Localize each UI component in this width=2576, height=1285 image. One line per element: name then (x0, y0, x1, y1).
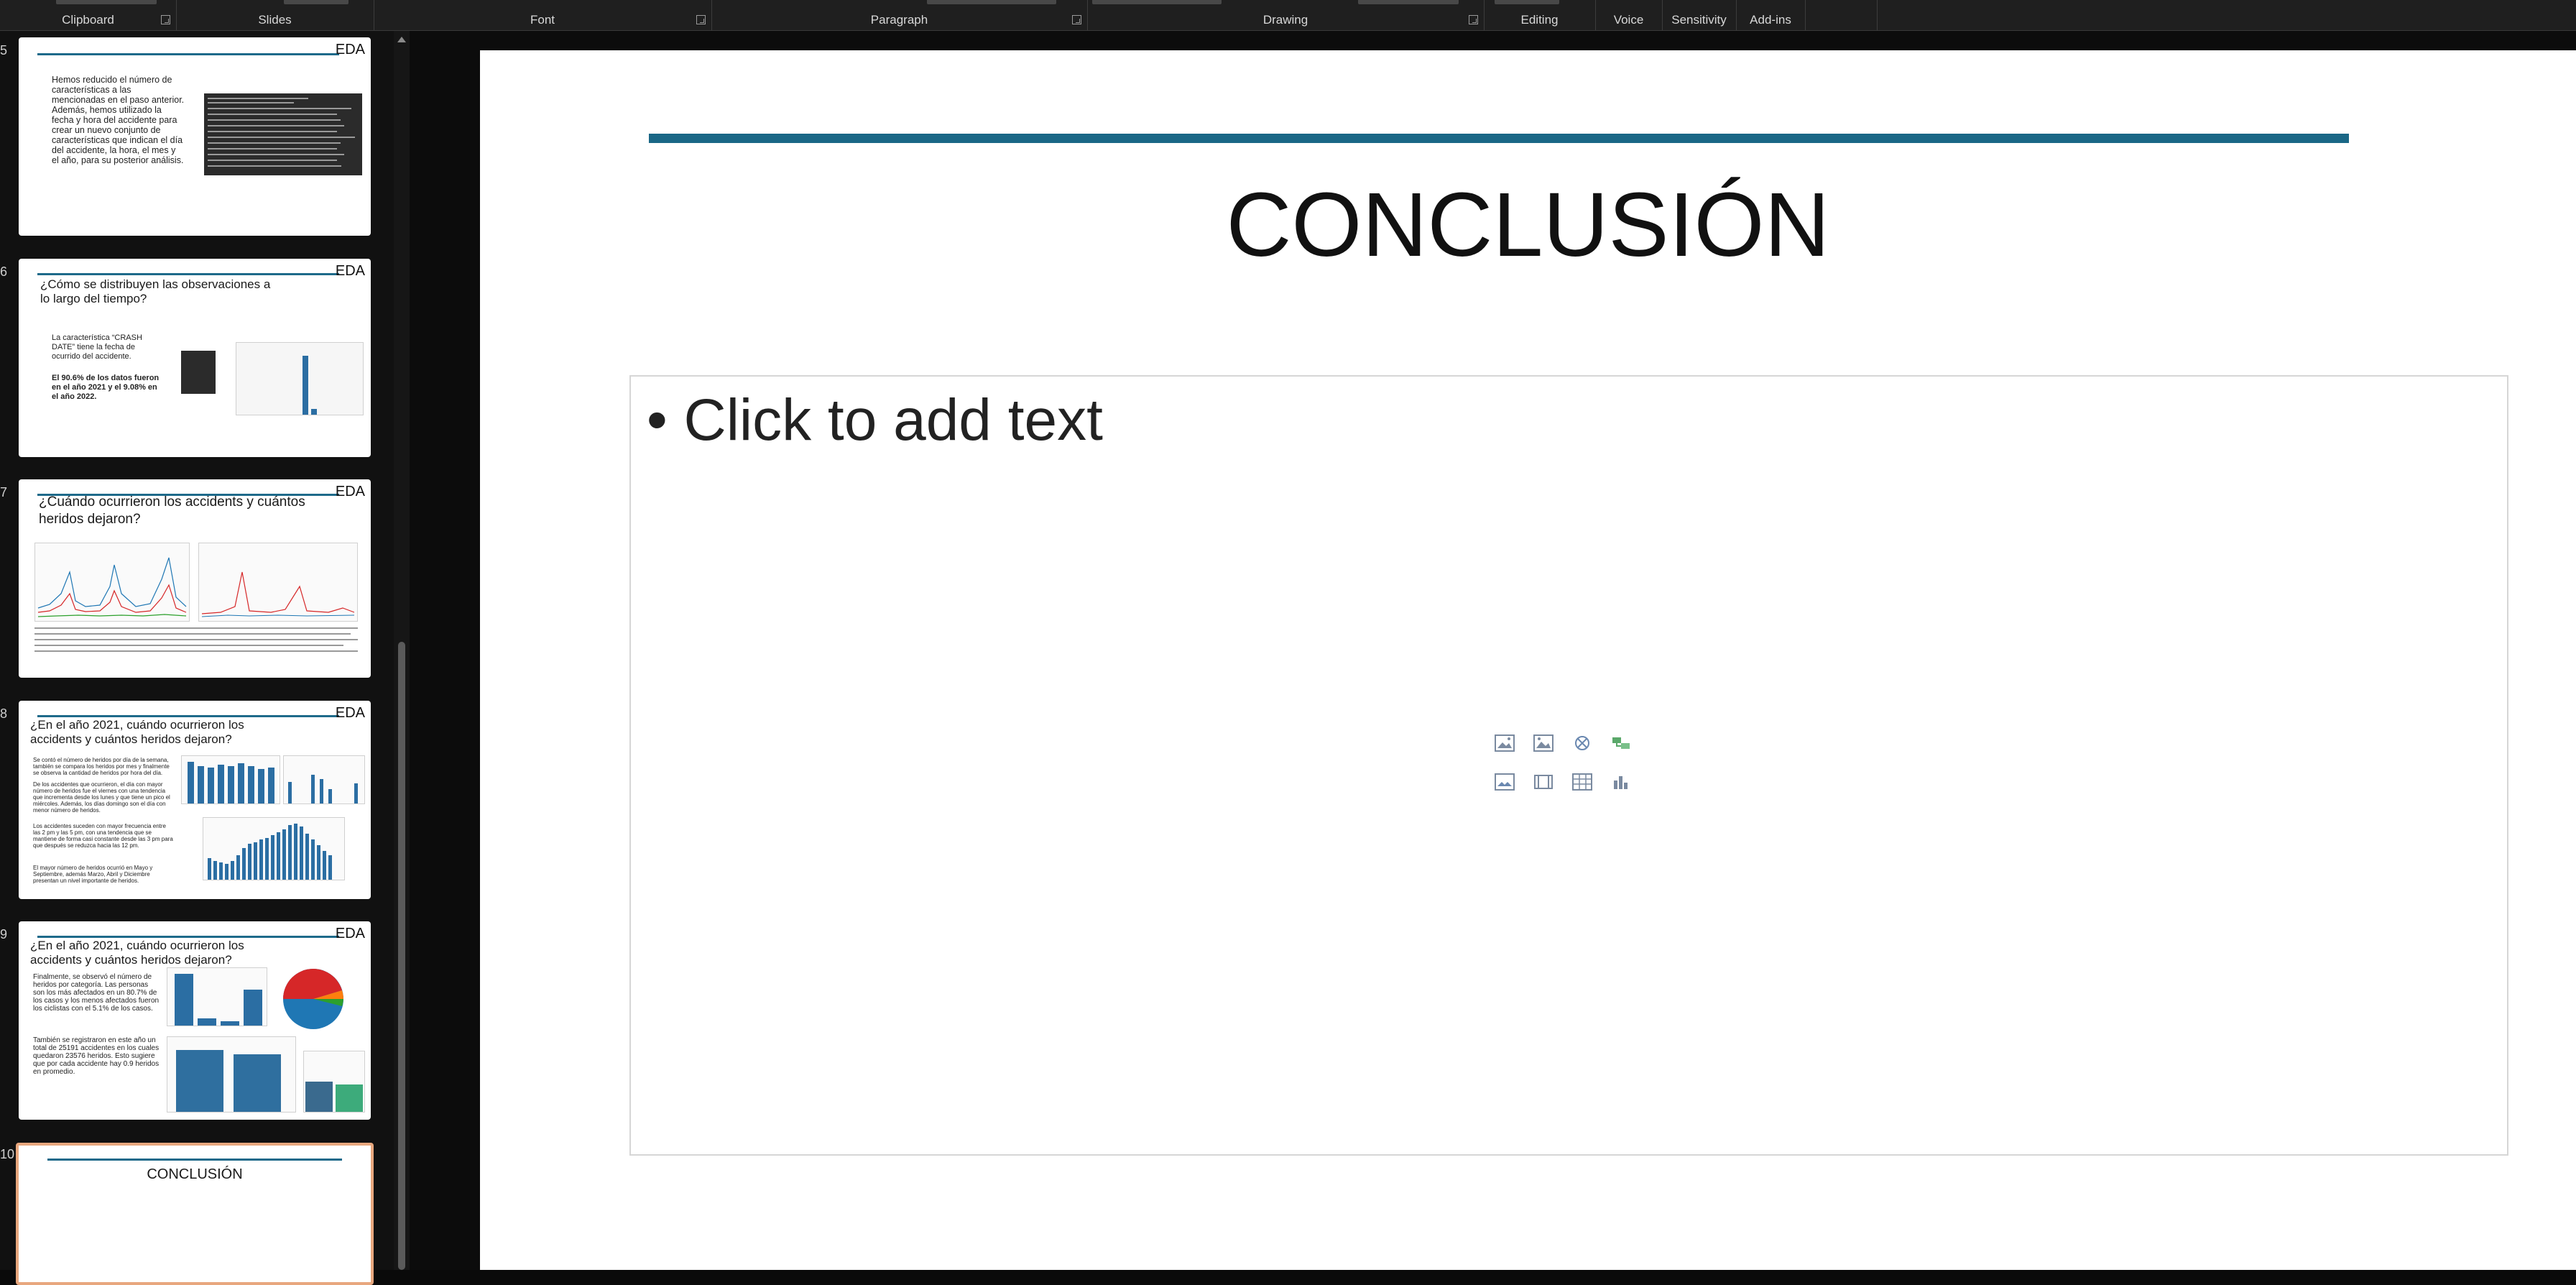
voice-group: Voice (1595, 0, 1663, 30)
slide-title[interactable]: CONCLUSIÓN (480, 172, 2576, 277)
ribbon-spacer (1805, 0, 1878, 30)
slides-group: Slides (176, 0, 374, 30)
thumb-bullet: Se contó el número de heridos por día de… (33, 757, 170, 776)
drawing-group: Drawing (1087, 0, 1485, 30)
thumb-title-line (37, 715, 339, 717)
smartart-icon[interactable] (1611, 734, 1631, 752)
current-slide[interactable]: CONCLUSIÓN • Click to add text (480, 50, 2576, 1270)
thumb-title: ¿Cuándo ocurrieron los accidents y cuánt… (39, 494, 305, 527)
slide-number: 5 (0, 43, 8, 57)
thumbnail-scrollbar[interactable] (394, 31, 410, 1270)
thumb-code-image (204, 93, 362, 175)
voice-label: Voice (1613, 13, 1644, 27)
slide-thumbnail-8[interactable]: EDA ¿En el año 2021, cuándo ocurrieron l… (19, 701, 371, 899)
thumb-title: ¿En el año 2021, cuándo ocurrieron los a… (30, 939, 244, 967)
thumb-bullet: El 90.6% de los datos fueron en el año 2… (52, 374, 160, 401)
thumb-bullet: También se registraron en este año un to… (33, 1036, 160, 1076)
table-icon[interactable] (1572, 773, 1592, 791)
paragraph-label: Paragraph (870, 13, 928, 27)
pictures-icon[interactable] (1533, 734, 1554, 752)
thumb-title: CONCLUSIÓN (147, 1166, 243, 1182)
thumb-text-line (34, 633, 351, 635)
scroll-up-arrow-icon[interactable] (397, 37, 406, 42)
editing-label: Editing (1520, 13, 1559, 27)
font-group: Font (374, 0, 712, 30)
online-video-icon[interactable] (1495, 773, 1515, 791)
thumb-line-chart-1 (34, 543, 190, 622)
thumb-tag: EDA (335, 42, 365, 57)
sensitivity-group: Sensitivity (1662, 0, 1737, 30)
thumb-bar-chart-months (283, 755, 365, 804)
stock-images-icon[interactable] (1495, 734, 1515, 752)
thumb-bar-chart-hours (203, 817, 345, 880)
content-placeholder[interactable]: • Click to add text (629, 375, 2508, 1156)
thumb-text-line (34, 627, 358, 629)
thumb-table-image (181, 351, 216, 394)
slide-thumbnail-7[interactable]: EDA ¿Cuándo ocurrieron los accidents y c… (19, 479, 371, 678)
thumb-bar-chart-category (167, 967, 267, 1026)
clipboard-launcher-icon[interactable] (161, 15, 170, 24)
thumb-title-line (47, 1159, 342, 1161)
thumb-title-line (37, 53, 339, 55)
font-label: Font (530, 13, 555, 27)
slide-thumbnail-6[interactable]: EDA ¿Cómo se distribuyen las observacion… (19, 259, 371, 457)
thumb-bullet: Los accidentes suceden con mayor frecuen… (33, 823, 173, 849)
clipboard-label: Clipboard (62, 13, 114, 27)
thumb-text-line (34, 639, 358, 640)
paragraph-group: Paragraph (711, 0, 1088, 30)
chart-icon[interactable] (1611, 773, 1631, 791)
drawing-launcher-icon[interactable] (1469, 15, 1478, 24)
slide-number: 10 (0, 1147, 15, 1161)
thumb-tag: EDA (335, 263, 365, 279)
thumb-bullet: Hemos reducido el número de característi… (52, 75, 185, 165)
thumb-bar-chart-totals (167, 1036, 296, 1113)
thumb-text-line (34, 650, 358, 652)
title-accent-line (649, 134, 2349, 143)
clipboard-group: Clipboard (0, 0, 177, 30)
slide-thumbnail-5[interactable]: EDA Hemos reducido el número de caracter… (19, 37, 371, 236)
icons-icon[interactable] (1572, 734, 1592, 752)
slide-thumbnail-10-selected[interactable]: CONCLUSIÓN (16, 1143, 374, 1285)
thumb-title-line (37, 936, 339, 938)
thumb-text-line (34, 645, 343, 646)
paragraph-launcher-icon[interactable] (1072, 15, 1081, 24)
thumb-bullet: De los accidentes que ocurrieron, el día… (33, 781, 170, 814)
thumb-tag: EDA (335, 705, 365, 721)
slide-number: 6 (0, 264, 8, 279)
thumb-bullet: La característica “CRASH DATE” tiene la … (52, 333, 142, 361)
thumb-bar-chart-ratio (303, 1051, 365, 1113)
video-icon[interactable] (1533, 773, 1554, 791)
slide-number: 7 (0, 485, 8, 499)
sensitivity-label: Sensitivity (1671, 13, 1727, 27)
thumb-bar-chart (236, 342, 364, 415)
thumb-bullet: Finalmente, se observó el número de heri… (33, 973, 160, 1013)
scrollbar-thumb[interactable] (398, 642, 405, 1270)
thumb-bar-chart-days (181, 755, 280, 804)
slide-thumbnail-9[interactable]: EDA ¿En el año 2021, cuándo ocurrieron l… (19, 921, 371, 1120)
thumb-title: ¿Cómo se distribuyen las observaciones a… (40, 277, 271, 305)
slide-number: 9 (0, 927, 8, 941)
thumb-title-line (37, 273, 339, 275)
thumb-tag: EDA (335, 926, 365, 941)
ribbon: Clipboard Slides Font Paragraph Drawing … (0, 0, 2576, 31)
slides-label: Slides (258, 13, 292, 27)
editing-group: Editing (1484, 0, 1596, 30)
addins-group: Add-ins (1736, 0, 1806, 30)
thumb-title: ¿En el año 2021, cuándo ocurrieron los a… (30, 718, 244, 746)
content-placeholder-text[interactable]: • Click to add text (647, 387, 1103, 454)
thumb-pie-chart (277, 963, 359, 1033)
thumb-line-chart-2 (198, 543, 358, 622)
addins-label: Add-ins (1750, 13, 1791, 27)
slide-number: 8 (0, 706, 8, 721)
drawing-label: Drawing (1262, 13, 1308, 27)
thumb-bullet: El mayor número de heridos ocurrió en Ma… (33, 865, 153, 884)
font-launcher-icon[interactable] (696, 15, 706, 24)
